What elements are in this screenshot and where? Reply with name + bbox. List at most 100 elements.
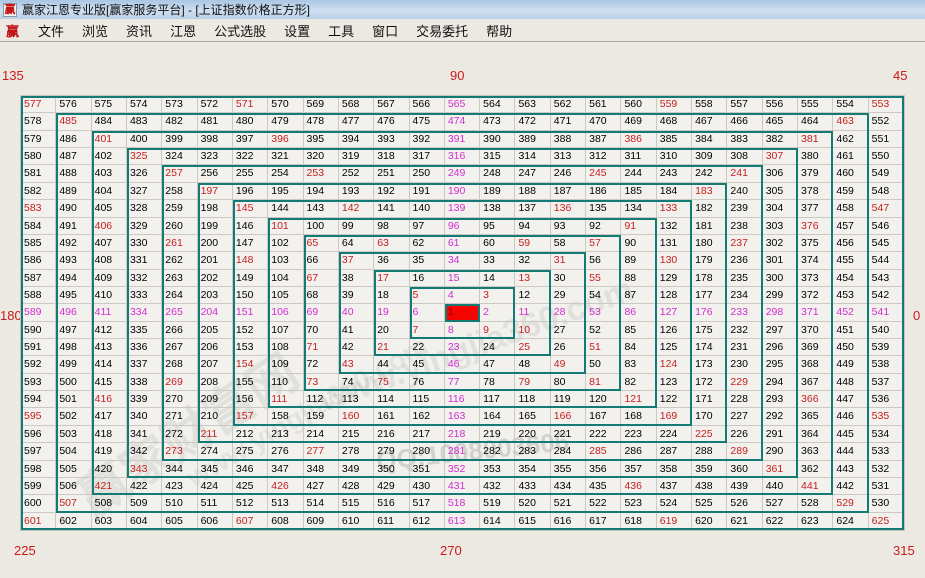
grid-cell[interactable]: 144 (268, 200, 303, 217)
grid-cell[interactable]: 82 (621, 374, 656, 391)
grid-cell[interactable]: 580 (21, 148, 56, 165)
grid-cell[interactable]: 245 (586, 165, 621, 182)
grid-cell[interactable]: 352 (445, 461, 480, 478)
grid-cell[interactable]: 266 (162, 322, 197, 339)
grid-cell[interactable]: 58 (551, 235, 586, 252)
grid-cell[interactable]: 194 (304, 183, 339, 200)
grid-cell[interactable]: 197 (198, 183, 233, 200)
grid-cell[interactable]: 521 (551, 495, 586, 512)
grid-cell[interactable]: 500 (56, 374, 91, 391)
grid-cell[interactable]: 279 (374, 443, 409, 460)
grid-cell[interactable]: 69 (304, 304, 339, 321)
grid-cell[interactable]: 509 (127, 495, 162, 512)
grid-cell[interactable]: 213 (268, 426, 303, 443)
grid-cell[interactable]: 80 (551, 374, 586, 391)
grid-cell[interactable]: 563 (515, 96, 550, 113)
grid-cell[interactable]: 602 (56, 513, 91, 530)
grid-cell[interactable]: 595 (21, 408, 56, 425)
grid-cell[interactable]: 372 (798, 287, 833, 304)
grid-cell[interactable]: 130 (657, 252, 692, 269)
grid-cell[interactable]: 337 (127, 356, 162, 373)
grid-cell[interactable]: 597 (21, 443, 56, 460)
grid-cell[interactable]: 606 (198, 513, 233, 530)
grid-cell[interactable]: 432 (480, 478, 515, 495)
grid-cell[interactable]: 527 (763, 495, 798, 512)
grid-cell[interactable]: 89 (621, 252, 656, 269)
grid-cell[interactable]: 149 (233, 270, 268, 287)
menu-item-6[interactable]: 设置 (275, 19, 319, 42)
grid-cell[interactable]: 71 (304, 339, 339, 356)
grid-cell[interactable]: 122 (657, 391, 692, 408)
grid-cell[interactable]: 257 (162, 165, 197, 182)
grid-cell[interactable]: 599 (21, 478, 56, 495)
grid-cell[interactable]: 182 (692, 200, 727, 217)
grid-cell[interactable]: 401 (92, 131, 127, 148)
grid-cell[interactable]: 379 (798, 165, 833, 182)
grid-cell[interactable]: 571 (233, 96, 268, 113)
grid-cell[interactable]: 237 (727, 235, 762, 252)
grid-cell[interactable]: 541 (869, 304, 904, 321)
grid-cell[interactable]: 582 (21, 183, 56, 200)
grid-cell[interactable]: 378 (798, 183, 833, 200)
grid-cell[interactable]: 166 (551, 408, 586, 425)
grid-cell[interactable]: 608 (268, 513, 303, 530)
grid-cell[interactable]: 127 (657, 304, 692, 321)
grid-cell[interactable]: 309 (692, 148, 727, 165)
grid-cell[interactable]: 326 (127, 165, 162, 182)
grid-cell[interactable]: 412 (92, 322, 127, 339)
grid-cell[interactable]: 50 (586, 356, 621, 373)
grid-cell[interactable]: 293 (763, 391, 798, 408)
grid-cell[interactable]: 234 (727, 287, 762, 304)
grid-cell[interactable]: 51 (586, 339, 621, 356)
grid-cell[interactable]: 321 (268, 148, 303, 165)
grid-cell[interactable]: 131 (657, 235, 692, 252)
grid-cell[interactable]: 465 (763, 113, 798, 130)
grid-cell[interactable]: 467 (692, 113, 727, 130)
grid-cell[interactable]: 225 (692, 426, 727, 443)
grid-cell[interactable]: 313 (551, 148, 586, 165)
menu-item-10[interactable]: 帮助 (477, 19, 521, 42)
grid-cell[interactable]: 233 (727, 304, 762, 321)
grid-cell[interactable]: 39 (339, 287, 374, 304)
grid-cell[interactable]: 311 (621, 148, 656, 165)
grid-cell[interactable]: 129 (657, 270, 692, 287)
grid-cell[interactable]: 395 (304, 131, 339, 148)
grid-cell[interactable]: 196 (233, 183, 268, 200)
grid-cell[interactable]: 428 (339, 478, 374, 495)
grid-cell[interactable]: 195 (268, 183, 303, 200)
grid-cell[interactable]: 299 (763, 287, 798, 304)
grid-cell[interactable]: 612 (410, 513, 445, 530)
grid-cell[interactable]: 545 (869, 235, 904, 252)
grid-cell[interactable]: 2 (480, 304, 515, 321)
grid-cell[interactable]: 555 (798, 96, 833, 113)
grid-cell[interactable]: 288 (692, 443, 727, 460)
grid-cell[interactable]: 177 (692, 287, 727, 304)
grid-cell[interactable]: 328 (127, 200, 162, 217)
grid-cell[interactable]: 43 (339, 356, 374, 373)
grid-cell[interactable]: 99 (339, 218, 374, 235)
grid-cell[interactable]: 56 (586, 252, 621, 269)
grid-cell[interactable]: 107 (268, 322, 303, 339)
grid-cell[interactable]: 214 (304, 426, 339, 443)
grid-cell[interactable]: 304 (763, 200, 798, 217)
grid-cell[interactable]: 568 (339, 96, 374, 113)
grid-cell[interactable]: 170 (692, 408, 727, 425)
grid-cell[interactable]: 542 (869, 287, 904, 304)
grid-cell[interactable]: 327 (127, 183, 162, 200)
grid-cell[interactable]: 471 (551, 113, 586, 130)
grid-cell[interactable]: 265 (162, 304, 197, 321)
grid-cell[interactable]: 586 (21, 252, 56, 269)
grid-cell[interactable]: 459 (833, 183, 868, 200)
grid-cell[interactable]: 203 (198, 287, 233, 304)
grid-cell[interactable]: 406 (92, 218, 127, 235)
grid-cell[interactable]: 450 (833, 339, 868, 356)
grid-cell[interactable]: 443 (833, 461, 868, 478)
grid-cell[interactable]: 470 (586, 113, 621, 130)
grid-cell[interactable]: 168 (621, 408, 656, 425)
grid-cell[interactable]: 409 (92, 270, 127, 287)
grid-cell[interactable]: 464 (798, 113, 833, 130)
grid-cell[interactable]: 255 (233, 165, 268, 182)
grid-cell[interactable]: 15 (445, 270, 480, 287)
grid-cell[interactable]: 72 (304, 356, 339, 373)
grid-cell[interactable]: 205 (198, 322, 233, 339)
